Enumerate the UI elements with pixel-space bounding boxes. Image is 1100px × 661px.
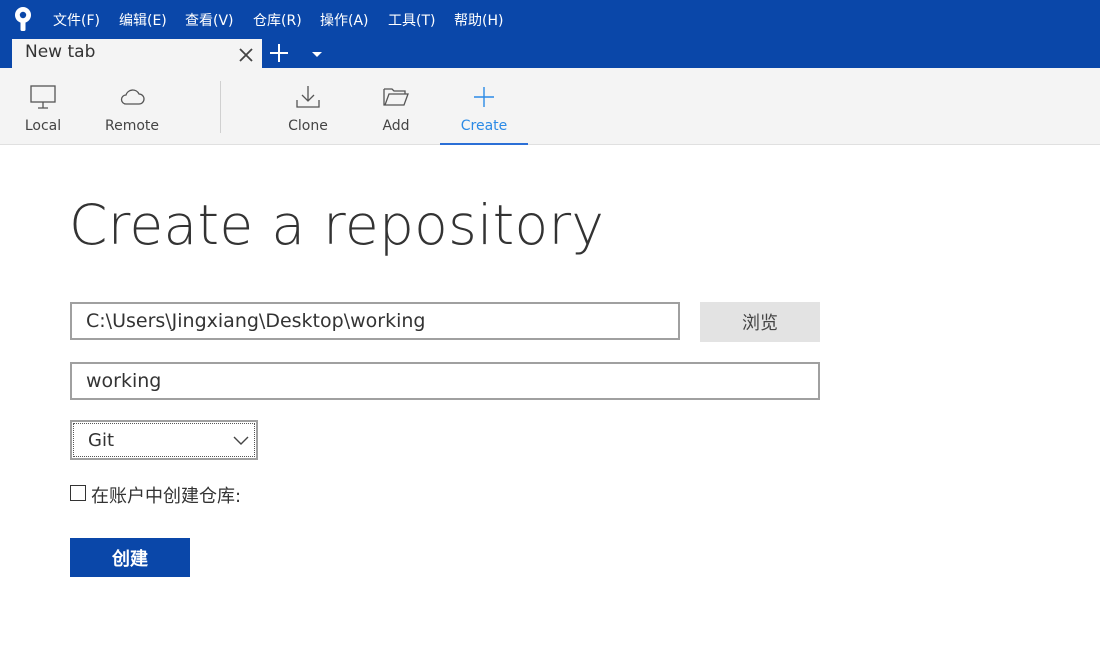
menu-view[interactable]: 查看(V): [185, 10, 234, 30]
download-icon: [296, 86, 320, 108]
vcs-type-select[interactable]: Git: [70, 420, 258, 460]
destination-path-input[interactable]: [70, 302, 680, 340]
plus-icon: [474, 87, 494, 107]
menu-tools[interactable]: 工具(T): [388, 10, 435, 30]
tab-label: New tab: [25, 42, 96, 62]
folder-open-icon: [383, 88, 409, 106]
create-in-account-label: 在账户中创建仓库:: [91, 486, 242, 507]
create-in-account-checkbox[interactable]: [70, 485, 86, 501]
repository-name-input[interactable]: [70, 362, 820, 400]
close-icon[interactable]: [236, 45, 256, 65]
sourcetree-logo-icon[interactable]: [11, 6, 35, 32]
toolbar-add[interactable]: Add: [366, 68, 426, 144]
toolbar: Local Remote Clone Add Create: [0, 68, 1100, 145]
menu-repository[interactable]: 仓库(R): [253, 10, 302, 30]
toolbar-local[interactable]: Local: [14, 68, 72, 144]
toolbar-clone[interactable]: Clone: [278, 68, 338, 144]
monitor-icon: [30, 85, 56, 109]
page-title: Create a repository: [69, 193, 605, 257]
toolbar-clone-label: Clone: [288, 118, 328, 134]
plus-icon[interactable]: [268, 42, 290, 64]
menu-file[interactable]: 文件(F): [53, 10, 100, 30]
toolbar-create-label: Create: [460, 118, 508, 134]
create-button[interactable]: 创建: [70, 538, 190, 577]
toolbar-local-label: Local: [24, 118, 62, 134]
menu-bar: 文件(F) 编辑(E) 查看(V) 仓库(R) 操作(A) 工具(T) 帮助(H…: [0, 0, 1100, 38]
toolbar-add-label: Add: [382, 118, 410, 134]
browse-button[interactable]: 浏览: [700, 302, 820, 342]
tab-strip: New tab: [0, 38, 1100, 68]
menu-actions[interactable]: 操作(A): [320, 10, 369, 30]
menu-help[interactable]: 帮助(H): [454, 10, 503, 30]
cloud-icon: [120, 89, 145, 105]
chevron-down-icon: [233, 436, 249, 445]
toolbar-remote-label: Remote: [104, 118, 160, 134]
tab-new-tab[interactable]: New tab: [12, 39, 262, 68]
toolbar-create[interactable]: Create: [440, 68, 528, 145]
caret-down-icon[interactable]: [308, 45, 326, 63]
toolbar-separator: [220, 81, 221, 133]
vcs-type-value: Git: [88, 430, 115, 451]
toolbar-remote[interactable]: Remote: [98, 68, 166, 144]
menu-edit[interactable]: 编辑(E): [119, 10, 167, 30]
